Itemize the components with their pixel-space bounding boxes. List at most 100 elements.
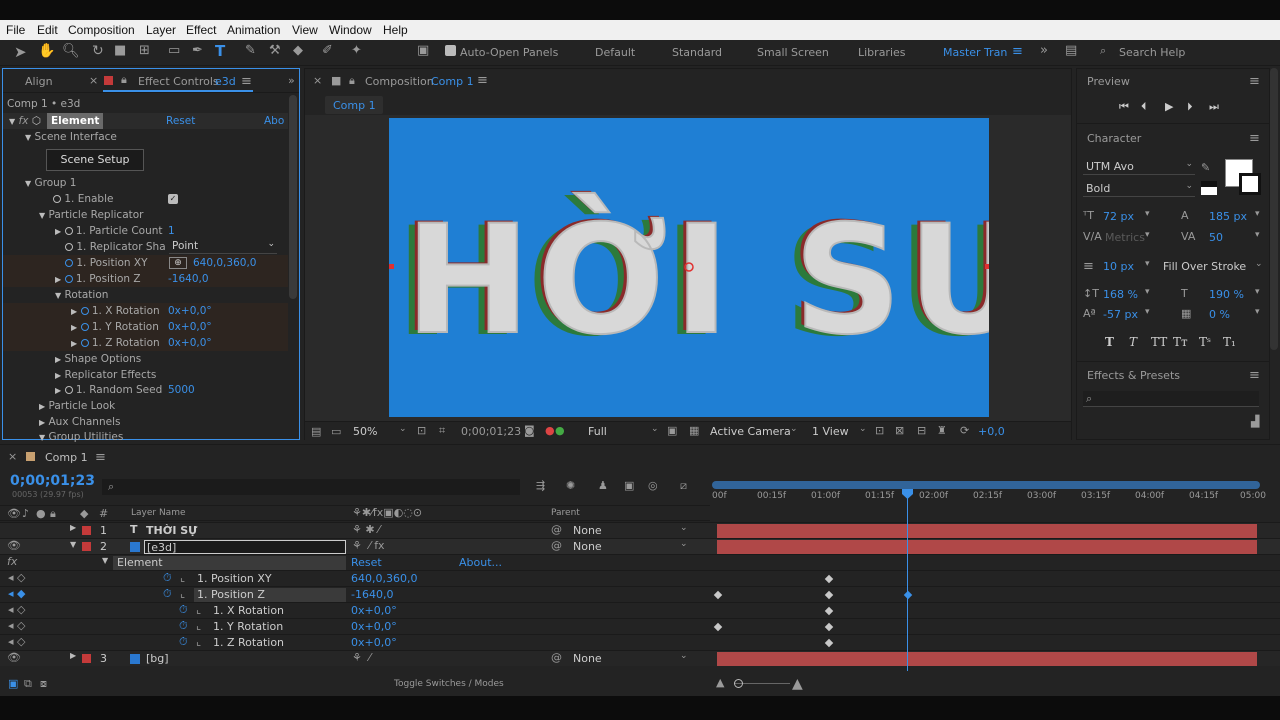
keyframe-nav-icon[interactable]: ◂ ◇: [8, 619, 25, 632]
frame-blending-icon[interactable]: ▣: [624, 479, 634, 492]
scene-setup-button[interactable]: Scene Setup: [46, 149, 144, 171]
workspace-standard[interactable]: Standard: [672, 46, 722, 59]
expand-triangle-icon[interactable]: ▼: [39, 433, 45, 442]
font-size-value[interactable]: 72 px: [1103, 210, 1134, 223]
keyframe-nav-icon[interactable]: ◂ ◇: [8, 635, 25, 648]
exposure-value[interactable]: +0,0: [978, 425, 1005, 438]
stopwatch-icon[interactable]: [80, 307, 89, 315]
keyframe[interactable]: [903, 590, 913, 600]
in-out-pane-icon[interactable]: ⧇: [40, 677, 47, 691]
prop-value[interactable]: -1640,0: [351, 588, 393, 601]
work-area-bar[interactable]: [712, 481, 1260, 489]
layer-row-1[interactable]: ▶ 1 T THỜI SỰ ⚘ ✱ ⁄ @ None ⌄: [0, 522, 1280, 538]
lock-icon[interactable]: 🔒︎: [121, 73, 127, 87]
bw-swatch[interactable]: [1201, 181, 1217, 195]
eyedropper-icon[interactable]: ✎: [1201, 161, 1210, 174]
expand-triangle-icon[interactable]: ▼: [25, 179, 31, 188]
workspace-master-tran[interactable]: Master Tran: [943, 46, 1007, 59]
reset-link[interactable]: Reset: [166, 113, 195, 129]
zoom-in-icon[interactable]: ▲: [792, 676, 803, 692]
time-ruler[interactable]: 00f 00:15f 01:00f 01:15f 02:00f 02:15f 0…: [712, 481, 1266, 521]
label-icon[interactable]: ◆: [80, 507, 88, 520]
enable-checkbox[interactable]: ✓: [168, 194, 178, 204]
stroke-type-select[interactable]: Fill Over Stroke: [1163, 260, 1246, 273]
small-caps-icon[interactable]: Tᴛ: [1173, 335, 1188, 349]
rectangle-tool-icon[interactable]: ▭: [168, 43, 180, 58]
collapse-triangle-icon[interactable]: ▶: [55, 355, 61, 364]
tab-effect-layer[interactable]: e3d: [215, 75, 236, 88]
stroke-color-swatch[interactable]: [1239, 173, 1261, 195]
modes-pane-icon[interactable]: ⧉: [24, 677, 32, 691]
camera-tool-icon[interactable]: ■: [114, 43, 126, 58]
fx-icon[interactable]: fx: [7, 555, 17, 568]
collapse-triangle-icon[interactable]: ▶: [55, 227, 61, 236]
workspace-menu-icon[interactable]: ≡: [1012, 44, 1023, 59]
layer-name[interactable]: [bg]: [146, 652, 169, 665]
faux-bold-icon[interactable]: T: [1105, 335, 1114, 349]
lock-icon[interactable]: 🔒︎: [50, 507, 56, 521]
timeline-timecode[interactable]: 0;00;01;23: [10, 473, 95, 489]
parent-header[interactable]: Parent: [551, 508, 580, 518]
shy-layers-icon[interactable]: ♟: [598, 479, 608, 492]
panel-menu-icon[interactable]: ≡: [95, 450, 106, 465]
all-caps-icon[interactable]: TT: [1151, 335, 1167, 349]
search-help-input[interactable]: Search Help: [1119, 46, 1185, 59]
tab-effect-controls[interactable]: Effect Controls: [138, 75, 219, 88]
collapse-triangle-icon[interactable]: ▶: [70, 523, 76, 532]
leading-value[interactable]: 185 px: [1209, 210, 1247, 223]
layer-switches-icon[interactable]: ⚘ ⁄: [352, 651, 371, 664]
stopwatch-icon[interactable]: [64, 386, 73, 394]
menu-view[interactable]: View: [292, 23, 318, 37]
parent-select[interactable]: None: [573, 652, 602, 665]
kerning-value[interactable]: Metrics: [1105, 231, 1145, 244]
layer-switches-icon[interactable]: ⚘ ⁄ fx: [352, 539, 385, 552]
parent-select[interactable]: None: [573, 524, 602, 537]
new-preset-icon[interactable]: ▟: [1251, 415, 1259, 428]
layer-bar[interactable]: [717, 540, 1257, 554]
expand-triangle-icon[interactable]: ▼: [9, 117, 15, 126]
solo-toggle-icon[interactable]: ●: [36, 507, 46, 520]
keyframe-nav-icon[interactable]: ◂ ◇: [8, 603, 25, 616]
layer-switches-icon[interactable]: ⚘ ✱ ⁄: [352, 523, 380, 536]
workspace-libraries[interactable]: Libraries: [858, 46, 906, 59]
graph-icon[interactable]: ⌞: [196, 635, 201, 648]
stopwatch-icon[interactable]: ⏱︎: [179, 619, 188, 633]
subscript-icon[interactable]: T₁: [1223, 335, 1236, 349]
auto-open-checkbox[interactable]: [445, 45, 456, 56]
replicator-shape-dropdown[interactable]: Point ⌄: [169, 239, 277, 254]
scrollbar[interactable]: [289, 95, 297, 299]
faux-italic-icon[interactable]: T: [1129, 335, 1137, 349]
color-channels-icon[interactable]: ●: [545, 424, 555, 437]
timeline-tab[interactable]: Comp 1: [45, 451, 88, 464]
keyframe[interactable]: [713, 590, 723, 600]
collapse-triangle-icon[interactable]: ▶: [71, 339, 77, 348]
particle-count-value[interactable]: 1: [168, 223, 175, 239]
layer-row-3[interactable]: 👁︎ ▶ 3 [bg] ⚘ ⁄ @ None ⌄: [0, 650, 1280, 666]
zoom-slider-thumb[interactable]: [734, 679, 743, 688]
graph-icon[interactable]: ⌞: [196, 603, 201, 616]
keyframe[interactable]: [824, 606, 834, 616]
timeline-icon[interactable]: ⊟: [917, 424, 926, 437]
prev-frame-icon[interactable]: ⏴: [1141, 100, 1147, 114]
stopwatch-icon[interactable]: [65, 259, 73, 267]
resolution-select[interactable]: Full: [588, 425, 607, 438]
label-color-swatch[interactable]: [82, 654, 91, 663]
panel-menu-icon[interactable]: ≡: [1249, 131, 1260, 146]
panel-overflow-icon[interactable]: »: [288, 74, 295, 87]
pan-behind-tool-icon[interactable]: ⊞: [139, 43, 150, 58]
keyframe-nav-icon[interactable]: ◂ ◇: [8, 571, 25, 584]
collapse-triangle-icon[interactable]: ▶: [55, 386, 61, 395]
stopwatch-icon[interactable]: [64, 275, 73, 283]
menu-help[interactable]: Help: [383, 23, 408, 37]
effects-search-input[interactable]: ⌕: [1083, 391, 1259, 407]
collapse-triangle-icon[interactable]: ▶: [71, 307, 77, 316]
font-style-select[interactable]: Bold ⌄: [1083, 181, 1195, 197]
prop-value[interactable]: 0x+0,0°: [351, 620, 397, 633]
close-icon[interactable]: ×: [8, 450, 17, 463]
lock-icon[interactable]: 🔒︎: [349, 74, 355, 88]
eye-icon[interactable]: 👁︎: [7, 539, 21, 552]
x-rotation-value[interactable]: 0x+0,0°: [168, 303, 212, 319]
flowchart-icon[interactable]: ♜: [937, 424, 947, 437]
snapshot-icon[interactable]: ◙: [524, 424, 535, 437]
comp-canvas[interactable]: HỜI SƯ HỜI SƯ HỜI SƯ: [389, 118, 989, 417]
